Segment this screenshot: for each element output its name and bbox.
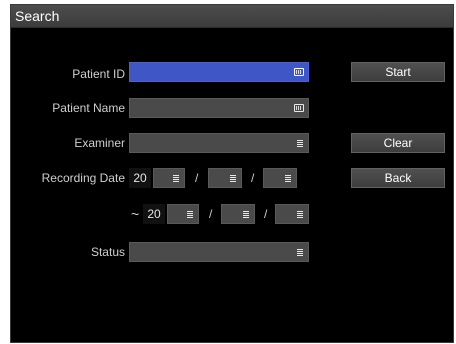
to-day-dropdown[interactable] [275,204,309,224]
keyboard-icon[interactable] [294,68,304,76]
to-year-dropdown[interactable] [167,204,199,224]
window-title: Search [15,8,60,24]
from-month-dropdown[interactable] [208,168,242,188]
title-bar: Search [11,5,453,28]
list-icon[interactable] [297,249,303,256]
list-icon[interactable] [297,211,303,218]
to-year-prefix: 20 [143,204,165,224]
status-dropdown[interactable] [129,242,309,262]
recording-date-label: Recording Date [41,171,125,185]
clear-button[interactable]: Clear [351,133,445,153]
start-button[interactable]: Start [351,62,445,82]
examiner-dropdown[interactable] [129,133,309,153]
list-icon[interactable] [173,175,179,182]
list-icon[interactable] [285,175,291,182]
date-separator: / [209,207,213,221]
date-separator: / [251,171,255,185]
examiner-label: Examiner [74,136,125,150]
list-icon[interactable] [187,211,193,218]
from-day-dropdown[interactable] [263,168,297,188]
patient-id-field[interactable] [129,62,309,82]
patient-id-label: Patient ID [72,67,125,81]
keyboard-icon[interactable] [294,104,304,112]
range-separator: ~ [131,206,140,222]
to-month-dropdown[interactable] [221,204,255,224]
from-year-prefix: 20 [129,168,151,188]
patient-name-label: Patient Name [52,101,125,115]
back-button[interactable]: Back [351,168,445,188]
status-label: Status [90,245,125,259]
search-window: Search Patient ID Patient Name Examiner … [10,4,454,343]
patient-name-field[interactable] [129,98,309,118]
list-icon[interactable] [230,175,236,182]
list-icon[interactable] [297,140,303,147]
date-separator: / [264,207,268,221]
date-separator: / [195,171,199,185]
from-year-dropdown[interactable] [153,168,185,188]
list-icon[interactable] [243,211,249,218]
